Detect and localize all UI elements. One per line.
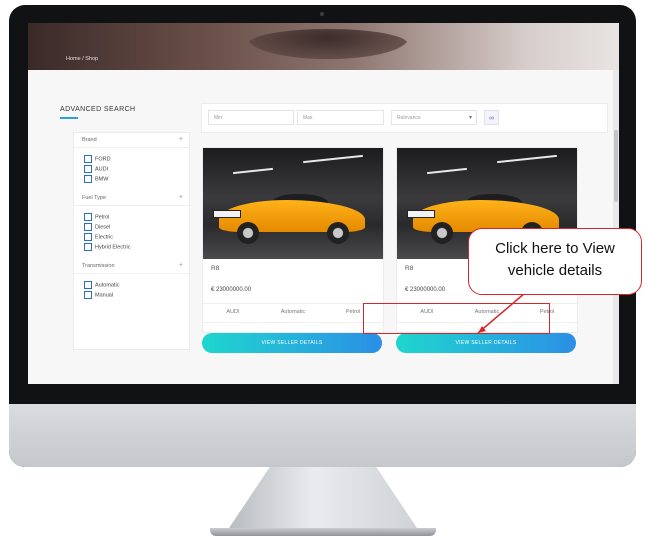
checkbox[interactable] xyxy=(84,155,92,163)
breadcrumb[interactable]: Home / Shop xyxy=(66,56,98,62)
option-label: AUDI xyxy=(95,166,109,173)
filter-panel: Brand + FORD AUDI BMW Fuel Type + Petrol… xyxy=(73,132,190,350)
checkbox[interactable] xyxy=(84,281,92,289)
highlight-box xyxy=(363,303,550,334)
filter-option-bmw[interactable]: BMW xyxy=(84,175,108,183)
scroll-thumb[interactable] xyxy=(614,130,618,202)
wheel xyxy=(327,222,349,244)
filter-option-ford[interactable]: FORD xyxy=(84,155,111,163)
vehicle-title[interactable]: R8 xyxy=(405,265,413,272)
plus-icon[interactable]: + xyxy=(179,194,183,201)
option-label: Electric xyxy=(95,234,114,241)
sort-select-value: Relevance xyxy=(397,115,421,121)
filter-header-label: Fuel Type xyxy=(82,195,107,201)
view-seller-details-button[interactable]: VIEW SELLER DETAILS xyxy=(396,333,576,353)
option-label: Automatic xyxy=(95,282,120,289)
spec-brand: AUDI xyxy=(226,309,240,315)
filter-header-fuel[interactable]: Fuel Type + xyxy=(74,191,189,206)
title-underline xyxy=(60,117,78,119)
monitor-stand xyxy=(228,467,418,530)
hero-car-image xyxy=(248,29,408,59)
spec-transmission: Automatic xyxy=(280,309,306,315)
callout-line-1: Click here to View xyxy=(495,240,615,257)
filter-option-automatic[interactable]: Automatic xyxy=(84,281,119,289)
filter-header-label: Brand xyxy=(82,137,97,143)
vehicle-price: € 23000000.00 xyxy=(405,287,446,293)
checkbox[interactable] xyxy=(84,233,92,241)
filter-option-diesel[interactable]: Diesel xyxy=(84,223,110,231)
filter-option-petrol[interactable]: Petrol xyxy=(84,213,109,221)
ceiling-light xyxy=(233,167,273,175)
max-price-input[interactable]: Max xyxy=(297,110,384,125)
checkbox[interactable] xyxy=(84,175,92,183)
option-label: Petrol xyxy=(95,214,110,221)
filter-header-label: Transmission xyxy=(82,263,115,269)
monitor-stand-base xyxy=(210,528,436,536)
option-label: Hybrid Electric xyxy=(95,244,131,251)
checkbox[interactable] xyxy=(84,243,92,251)
infinity-icon[interactable]: ∞ xyxy=(484,110,499,125)
hero-banner: Home / Shop xyxy=(28,23,619,70)
chevron-down-icon: ▾ xyxy=(468,115,472,121)
min-price-input[interactable]: Min xyxy=(208,110,294,125)
vehicle-price: € 23000000.00 xyxy=(211,287,252,293)
license-plate xyxy=(213,210,241,218)
search-bar: Min Max Relevance ▾ ∞ xyxy=(201,103,608,133)
callout-bubble: Click here to View vehicle details xyxy=(468,228,642,295)
option-label: FORD xyxy=(95,156,111,163)
checkbox[interactable] xyxy=(84,291,92,299)
filter-option-audi[interactable]: AUDI xyxy=(84,165,108,173)
checkbox[interactable] xyxy=(84,165,92,173)
wheel xyxy=(237,222,259,244)
checkbox[interactable] xyxy=(84,213,92,221)
filter-option-electric[interactable]: Electric xyxy=(84,233,113,241)
filter-option-hybrid[interactable]: Hybrid Electric xyxy=(84,243,130,251)
vehicle-specs: AUDI Automatic Petrol xyxy=(203,303,383,323)
monitor-chin xyxy=(9,404,636,467)
option-label: BMW xyxy=(95,176,109,183)
filter-option-manual[interactable]: Manual xyxy=(84,291,113,299)
car-image[interactable] xyxy=(203,148,383,259)
vehicle-card[interactable]: R8 € 23000000.00 AUDI Automatic Petrol xyxy=(202,147,384,333)
camera-dot xyxy=(320,12,324,16)
option-label: Manual xyxy=(95,292,114,299)
scrollbar[interactable] xyxy=(613,70,619,384)
vehicle-title[interactable]: R8 xyxy=(211,265,219,272)
license-plate xyxy=(407,210,435,218)
checkbox[interactable] xyxy=(84,223,92,231)
ceiling-light xyxy=(303,154,363,164)
callout-line-2: vehicle details xyxy=(507,262,603,279)
advanced-search-title: ADVANCED SEARCH xyxy=(60,106,136,113)
ceiling-light xyxy=(427,167,467,175)
sort-select[interactable]: Relevance ▾ xyxy=(391,110,477,125)
ceiling-light xyxy=(497,154,557,164)
wheel xyxy=(431,222,453,244)
filter-header-transmission[interactable]: Transmission + xyxy=(74,259,189,274)
view-seller-details-button[interactable]: VIEW SELLER DETAILS xyxy=(202,333,382,353)
filter-header-brand[interactable]: Brand + xyxy=(74,133,189,148)
plus-icon[interactable]: + xyxy=(179,262,183,269)
plus-icon[interactable]: + xyxy=(179,136,183,143)
option-label: Diesel xyxy=(95,224,111,231)
